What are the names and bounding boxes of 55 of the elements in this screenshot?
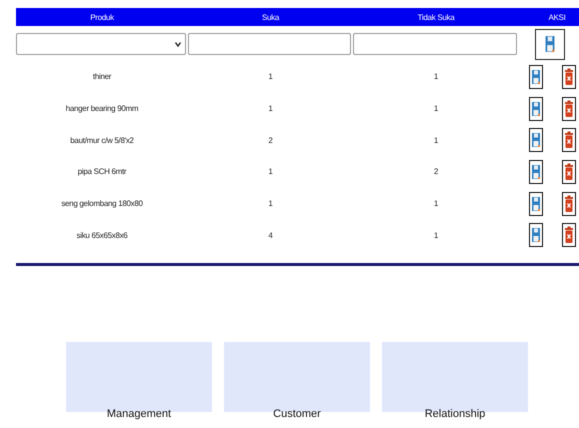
save-button[interactable]: [529, 64, 543, 89]
trash-icon: [564, 194, 574, 213]
delete-button[interactable]: [562, 192, 576, 216]
delete-button[interactable]: [562, 64, 576, 89]
table-cell-text: pipa SCH 6mtr: [76, 167, 128, 176]
save-icon: [531, 68, 541, 85]
save-button[interactable]: [529, 160, 543, 184]
table-cell-text: thiner: [92, 72, 112, 82]
table-cell-text: 1: [432, 72, 440, 82]
card-label: Relationship: [424, 408, 486, 420]
delete-button[interactable]: [562, 96, 576, 121]
input-field[interactable]: [353, 33, 517, 55]
delete-button[interactable]: [562, 128, 576, 152]
table-cell-text: 4: [267, 230, 274, 240]
column-header: Produk: [89, 12, 115, 22]
table-cell-text: seng gelombang 180x80: [60, 199, 144, 208]
table-cell-text: hanger bearing 90mm: [64, 104, 140, 114]
column-header: AKSI: [547, 12, 567, 22]
table-cell-text: 1: [267, 167, 274, 176]
table-cell-text: 2: [267, 136, 274, 145]
table-cell-text: 1: [432, 136, 440, 145]
trash-icon: [564, 68, 574, 86]
table-cell-text: 1: [432, 230, 440, 240]
card-label: Management: [106, 408, 172, 420]
card-label: Customer: [273, 408, 321, 420]
table-cell-text: 1: [267, 104, 274, 114]
table-cell-text: 1: [432, 104, 440, 114]
save-icon: [531, 227, 541, 244]
table-cell-text: 2: [432, 167, 440, 176]
trash-icon: [564, 226, 574, 244]
save-icon: [544, 35, 556, 53]
product-dropdown[interactable]: [16, 33, 186, 55]
table-cell-text: baut/mur c/w 5/8'x2: [69, 136, 135, 145]
trash-icon: [564, 131, 574, 150]
save-button[interactable]: [529, 192, 543, 216]
input-field[interactable]: [188, 33, 351, 55]
table-cell-text: 1: [267, 72, 274, 82]
column-header: Tidak Suka: [416, 12, 456, 22]
trash-icon: [564, 162, 574, 181]
save-button[interactable]: [529, 223, 543, 248]
save-icon: [531, 164, 541, 180]
table-cell-text: 1: [432, 199, 440, 208]
save-icon: [531, 100, 541, 117]
chevron-icon: [175, 42, 181, 46]
save-icon: [531, 132, 541, 148]
save-icon: [531, 196, 541, 212]
save-button[interactable]: [535, 28, 565, 60]
delete-button[interactable]: [562, 160, 576, 184]
save-button[interactable]: [529, 128, 543, 152]
table-cell-text: siku 65x65x8x6: [76, 230, 128, 240]
trash-icon: [564, 100, 574, 118]
table-cell-text: 1: [267, 199, 274, 208]
column-header: Suka: [260, 12, 280, 22]
delete-button[interactable]: [562, 223, 576, 248]
save-button[interactable]: [529, 96, 543, 121]
